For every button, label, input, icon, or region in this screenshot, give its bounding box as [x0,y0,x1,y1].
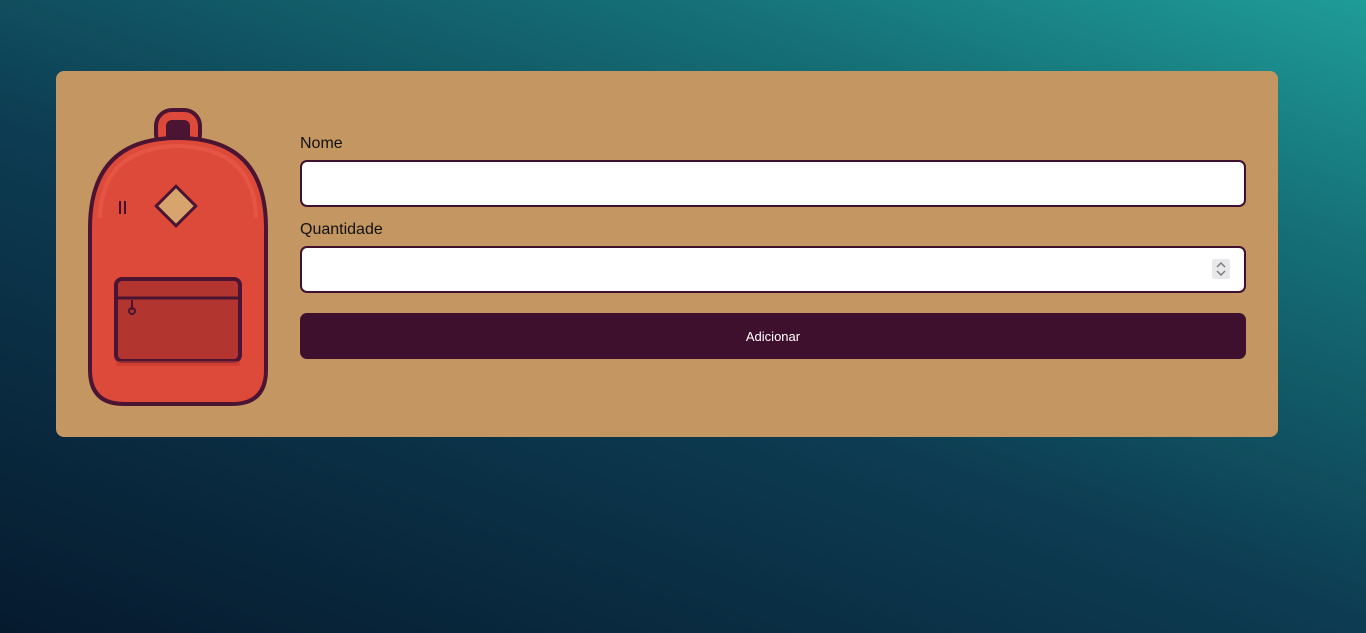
quantity-stepper[interactable] [1212,259,1230,279]
quantity-input[interactable] [300,246,1246,293]
spinner-arrows-icon [1216,262,1226,276]
item-form: Nome Quantidade Adicionar [300,135,1246,359]
name-input[interactable] [300,160,1246,207]
name-label: Nome [300,135,343,152]
backpack-icon [88,108,268,406]
quantity-label: Quantidade [300,221,383,238]
add-button[interactable]: Adicionar [300,313,1246,359]
